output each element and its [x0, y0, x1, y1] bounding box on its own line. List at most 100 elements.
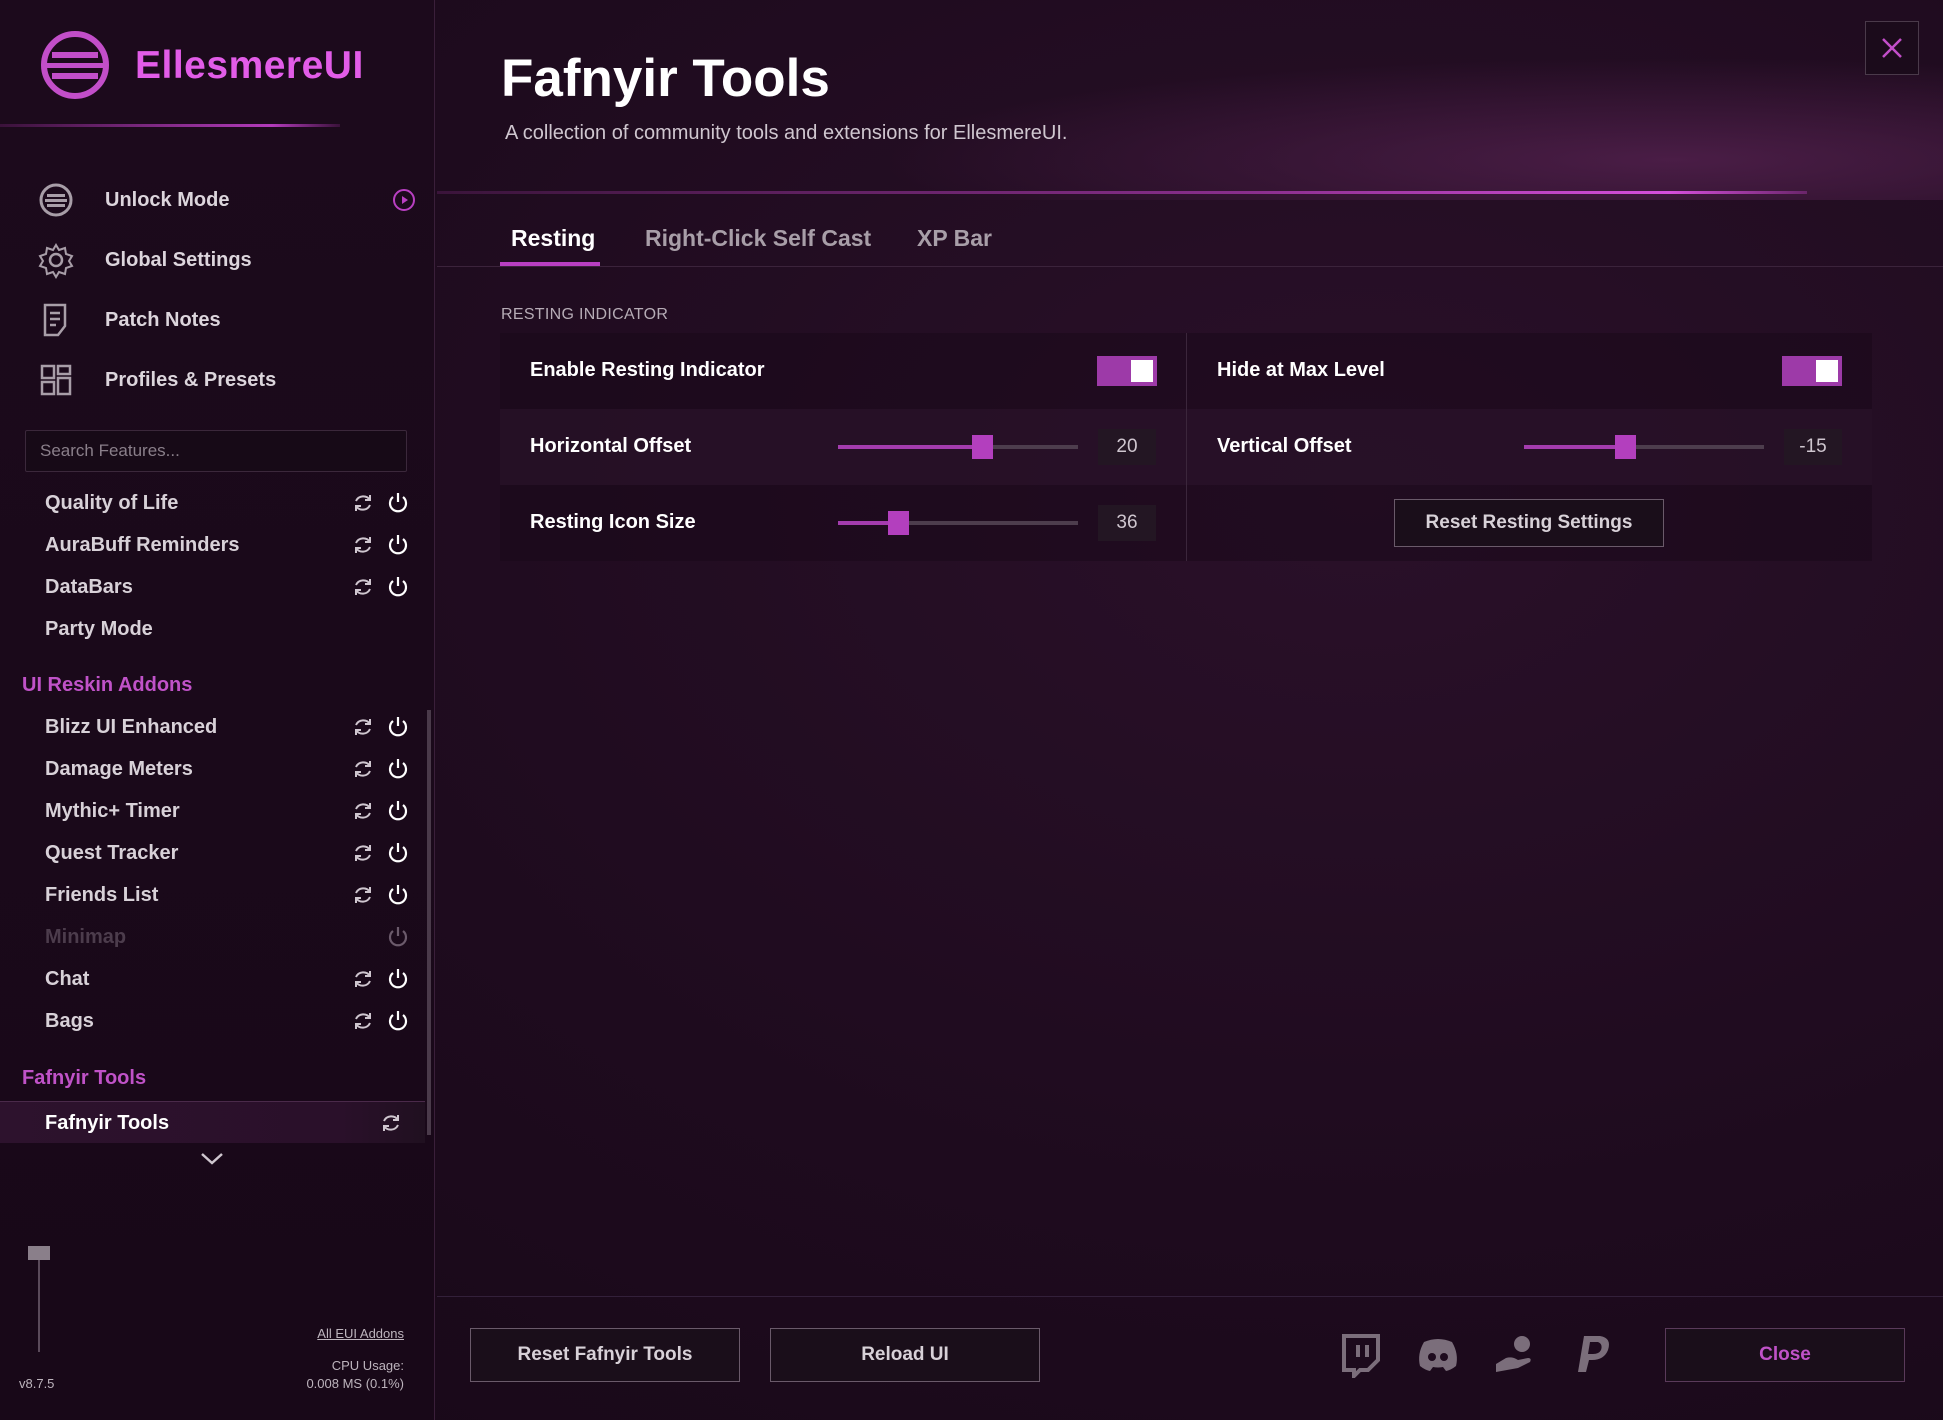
list-item-party-mode[interactable]: Party Mode [0, 608, 425, 650]
cpu-usage-label: CPU Usage: [331, 1358, 404, 1373]
sidebar-scrollbar[interactable] [427, 710, 431, 1135]
reload-icon[interactable] [352, 716, 374, 738]
all-eui-addons-link[interactable]: All EUI Addons [317, 1326, 404, 1341]
close-button[interactable]: Close [1665, 1328, 1905, 1382]
list-item-bags[interactable]: Bags [0, 1000, 425, 1042]
power-icon[interactable] [386, 575, 410, 599]
list-item-damage-meters[interactable]: Damage Meters [0, 748, 425, 790]
nav-unlock-mode[interactable]: Unlock Mode [0, 170, 435, 230]
twitch-icon[interactable] [1336, 1330, 1384, 1378]
nav-profiles-presets-label: Profiles & Presets [105, 369, 277, 391]
power-icon[interactable] [386, 491, 410, 515]
sidebar-nav: Unlock Mode Global Settings Patch Notes … [0, 170, 435, 410]
horizontal-offset-value[interactable]: 20 [1098, 429, 1156, 465]
nav-global-settings[interactable]: Global Settings [0, 230, 435, 290]
power-icon[interactable] [386, 841, 410, 865]
version-label: v8.7.5 [19, 1376, 55, 1391]
list-item-label: Mythic+ Timer [45, 800, 180, 822]
reload-icon[interactable] [352, 968, 374, 990]
resting-icon-size-value[interactable]: 36 [1098, 505, 1156, 541]
list-item-friends-list[interactable]: Friends List [0, 874, 425, 916]
tab-xp-bar[interactable]: XP Bar [917, 225, 992, 252]
list-item-aurabuff-reminders[interactable]: AuraBuff Reminders [0, 524, 425, 566]
resting-icon-size-slider[interactable] [838, 511, 1078, 535]
footer-divider [437, 1296, 1943, 1297]
discord-icon[interactable] [1414, 1330, 1462, 1378]
vertical-offset-slider[interactable] [1524, 435, 1764, 459]
power-icon[interactable] [386, 883, 410, 907]
reload-icon[interactable] [352, 800, 374, 822]
slider-fill [838, 445, 982, 449]
list-item-label: Chat [45, 968, 90, 990]
list-item-chat[interactable]: Chat [0, 958, 425, 1000]
list-item-label: DataBars [45, 576, 133, 598]
power-icon[interactable] [386, 925, 410, 949]
tab-right-click-self-cast[interactable]: Right-Click Self Cast [645, 225, 871, 252]
row-enable-resting: Enable Resting Indicator [500, 333, 1186, 409]
vertical-offset-value[interactable]: -15 [1784, 429, 1842, 465]
list-item-mythic-timer[interactable]: Mythic+ Timer [0, 790, 425, 832]
nav-patch-notes[interactable]: Patch Notes [0, 290, 435, 350]
donate-hand-icon[interactable] [1492, 1330, 1540, 1378]
enable-resting-toggle[interactable] [1097, 356, 1157, 386]
list-item-quest-tracker[interactable]: Quest Tracker [0, 832, 425, 874]
power-icon[interactable] [386, 757, 410, 781]
section-header-fafnyir-tools: Fafnyir Tools [22, 1067, 147, 1089]
power-icon[interactable] [386, 967, 410, 991]
reload-icon[interactable] [380, 1112, 402, 1134]
column-divider [1186, 333, 1187, 561]
gear-icon [38, 243, 74, 279]
reload-icon[interactable] [352, 576, 374, 598]
unlock-mode-icon [39, 183, 73, 217]
play-icon[interactable] [392, 188, 416, 212]
reload-icon[interactable] [352, 1010, 374, 1032]
section-label-resting-indicator: RESTING INDICATOR [501, 306, 669, 323]
slider-thumb[interactable] [972, 435, 993, 459]
row-horizontal-offset: Horizontal Offset 20 [500, 409, 1186, 485]
volume-slider-thumb[interactable] [28, 1246, 50, 1260]
reload-icon[interactable] [352, 758, 374, 780]
list-item-quality-of-life[interactable]: Quality of Life [0, 482, 425, 524]
cpu-usage-value: 0.008 MS (0.1%) [306, 1376, 404, 1391]
slider-thumb[interactable] [1614, 435, 1636, 459]
chevron-down-icon[interactable] [198, 1149, 226, 1169]
list-item-label: Damage Meters [45, 758, 193, 780]
hide-max-level-label: Hide at Max Level [1217, 359, 1385, 381]
volume-slider-track[interactable] [38, 1252, 40, 1352]
list-item-fafnyir-tools[interactable]: Fafnyir Tools [0, 1101, 425, 1143]
power-icon[interactable] [386, 533, 410, 557]
power-icon[interactable] [386, 1009, 410, 1033]
hide-max-level-toggle[interactable] [1782, 356, 1842, 386]
tab-resting[interactable]: Resting [511, 225, 595, 252]
logo-text: EllesmereUI [135, 44, 364, 87]
slider-fill [1524, 445, 1625, 449]
slider-thumb[interactable] [888, 511, 909, 535]
reset-resting-settings-button[interactable]: Reset Resting Settings [1394, 499, 1664, 547]
row-vertical-offset: Vertical Offset -15 [1187, 409, 1872, 485]
list-item-label: Minimap [45, 926, 127, 948]
power-icon[interactable] [386, 715, 410, 739]
reload-icon[interactable] [352, 842, 374, 864]
reload-icon[interactable] [352, 534, 374, 556]
close-window-button[interactable] [1865, 21, 1919, 75]
list-item-label: Quality of Life [45, 492, 179, 514]
list-item-databars[interactable]: DataBars [0, 566, 425, 608]
list-item-blizz-ui-enhanced[interactable]: Blizz UI Enhanced [0, 706, 425, 748]
search-input[interactable] [25, 430, 407, 472]
list-item-label: Bags [45, 1010, 94, 1032]
power-icon[interactable] [386, 799, 410, 823]
reset-fafnyir-tools-button[interactable]: Reset Fafnyir Tools [470, 1328, 740, 1382]
document-icon [43, 303, 67, 337]
reload-icon[interactable] [352, 884, 374, 906]
reload-ui-button[interactable]: Reload UI [770, 1328, 1040, 1382]
tabs-divider [437, 266, 1943, 267]
paypal-icon[interactable] [1570, 1330, 1618, 1378]
list-item-minimap[interactable]: Minimap [0, 916, 425, 958]
nav-profiles-presets[interactable]: Profiles & Presets [0, 350, 435, 410]
row-hide-max-level: Hide at Max Level [1187, 333, 1872, 409]
list-item-label: Blizz UI Enhanced [45, 716, 218, 738]
horizontal-offset-slider[interactable] [838, 435, 1078, 459]
toggle-knob [1816, 360, 1838, 382]
reload-icon[interactable] [352, 492, 374, 514]
list-item-label: Party Mode [45, 618, 153, 640]
